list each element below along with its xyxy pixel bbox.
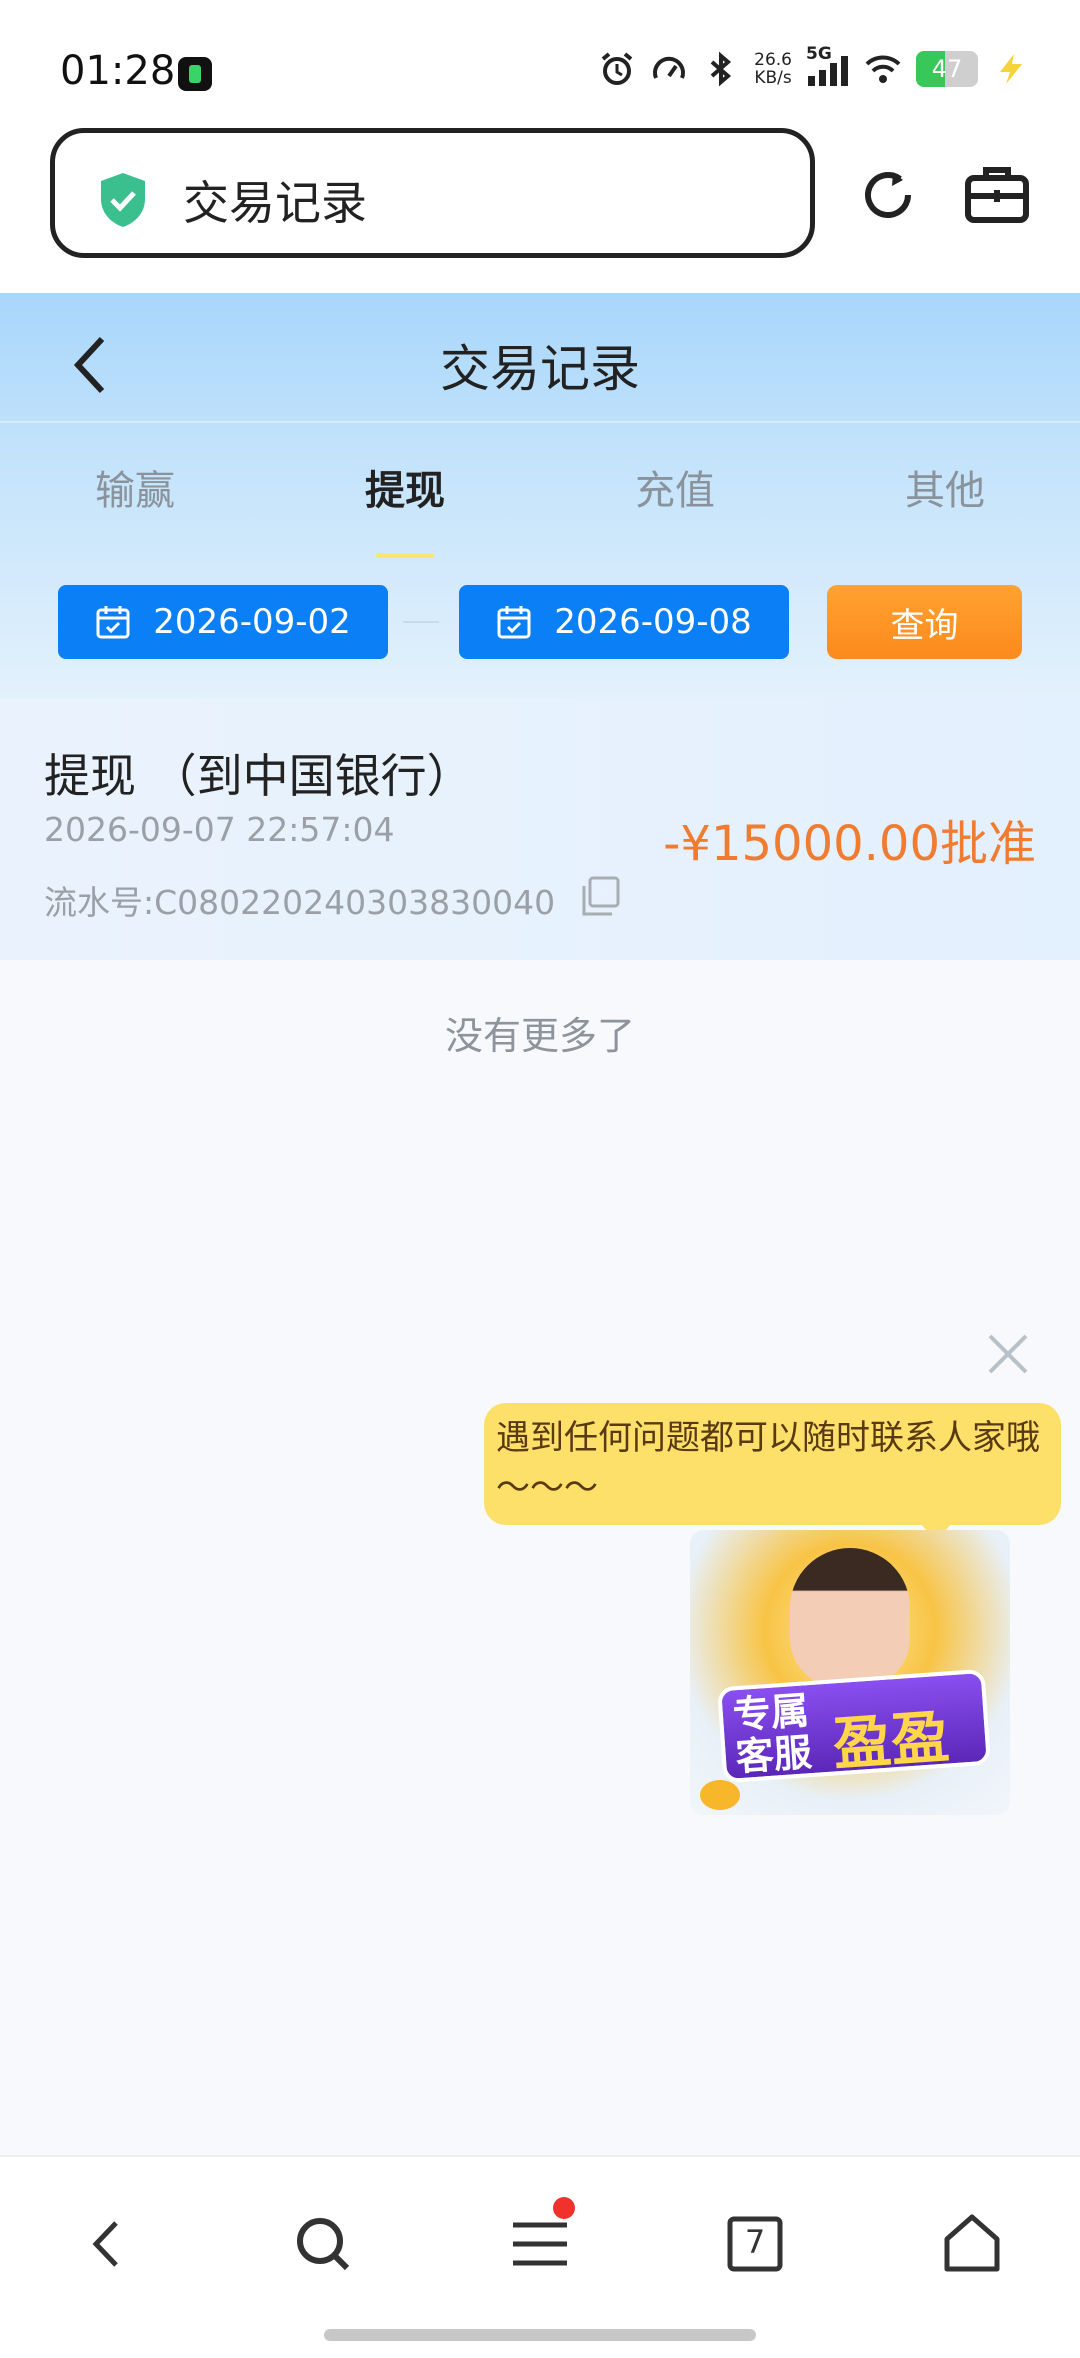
signal-icon [808,56,848,86]
no-more-text: 没有更多了 [444,1014,635,1058]
bluetooth-icon [710,51,732,87]
signal-indicator: 5G [806,44,850,88]
back-icon[interactable] [72,2209,142,2279]
record-time: 2026-09-07 22:57:04 [44,810,395,849]
address-bar[interactable]: 交易记录 [50,128,815,258]
divider [0,421,1080,423]
charging-icon [1000,54,1022,84]
app-notification-icon [178,57,212,91]
tab-deposit[interactable]: 充值 [540,458,810,516]
record-serial: 流水号:C080220240303830040 [44,883,556,922]
end-date-value: 2026-09-08 [554,602,752,642]
transaction-record[interactable]: 提现 （到中国银行） 2026-09-07 22:57:04 流水号:C0802… [0,698,1080,960]
customer-service-avatar[interactable]: 专属客服 盈盈 [690,1530,1010,1815]
calendar-icon [497,606,531,639]
page-header: 交易记录 输赢 提现 充值 其他 2026-09-02 2026-09-08 查… [0,293,1080,698]
alarm-icon [601,52,633,85]
close-icon[interactable] [984,1330,1032,1378]
battery-indicator: 47 [916,51,978,87]
query-button[interactable]: 查询 [827,585,1022,659]
menu-icon[interactable] [505,2209,575,2279]
home-indicator [324,2329,756,2341]
wifi-icon [865,55,901,83]
clock: 01:28 [60,48,176,94]
start-date-value: 2026-09-02 [153,602,351,642]
address-title: 交易记录 [183,176,367,230]
date-range-separator [403,621,439,623]
calendar-icon [96,606,130,639]
tab-withdraw[interactable]: 提现 [270,458,540,516]
browser-toolbar: 交易记录 [0,120,1080,293]
tab-win-loss[interactable]: 输赢 [0,458,270,516]
network-speed: 26.6 KB/s [754,50,792,88]
support-speech-bubble[interactable]: 遇到任何问题都可以随时联系人家哦～～～ [484,1403,1061,1541]
tabs-button[interactable]: 7 [720,2209,790,2279]
agent-portrait [790,1548,910,1688]
service-badge: 专属客服 盈盈 [716,1668,992,1784]
active-tab-indicator [376,553,434,558]
start-date-picker[interactable]: 2026-09-02 [58,585,388,659]
coin-decoration [700,1780,740,1810]
tab-count: 7 [744,2223,766,2261]
record-amount: -¥15000.00批准 [663,816,1036,872]
bottom-navigation: 7 [0,2155,1080,2358]
notification-dot [553,2197,575,2219]
record-title: 提现 （到中国银行） [44,749,473,803]
copy-icon[interactable] [578,874,622,918]
tab-other[interactable]: 其他 [810,458,1080,516]
speedometer-icon [653,56,686,79]
toolbox-icon[interactable] [962,160,1032,230]
end-date-picker[interactable]: 2026-09-08 [459,585,789,659]
home-icon[interactable] [937,2209,1007,2279]
page-title: 交易记录 [440,340,640,398]
search-icon[interactable] [288,2209,358,2279]
tab-bar: 输赢 提现 充值 其他 [0,458,1080,516]
refresh-icon[interactable] [853,160,923,230]
status-bar: 01:28 26.6 KB/s 5G 47 [0,0,1080,120]
shield-check-icon [101,173,145,227]
